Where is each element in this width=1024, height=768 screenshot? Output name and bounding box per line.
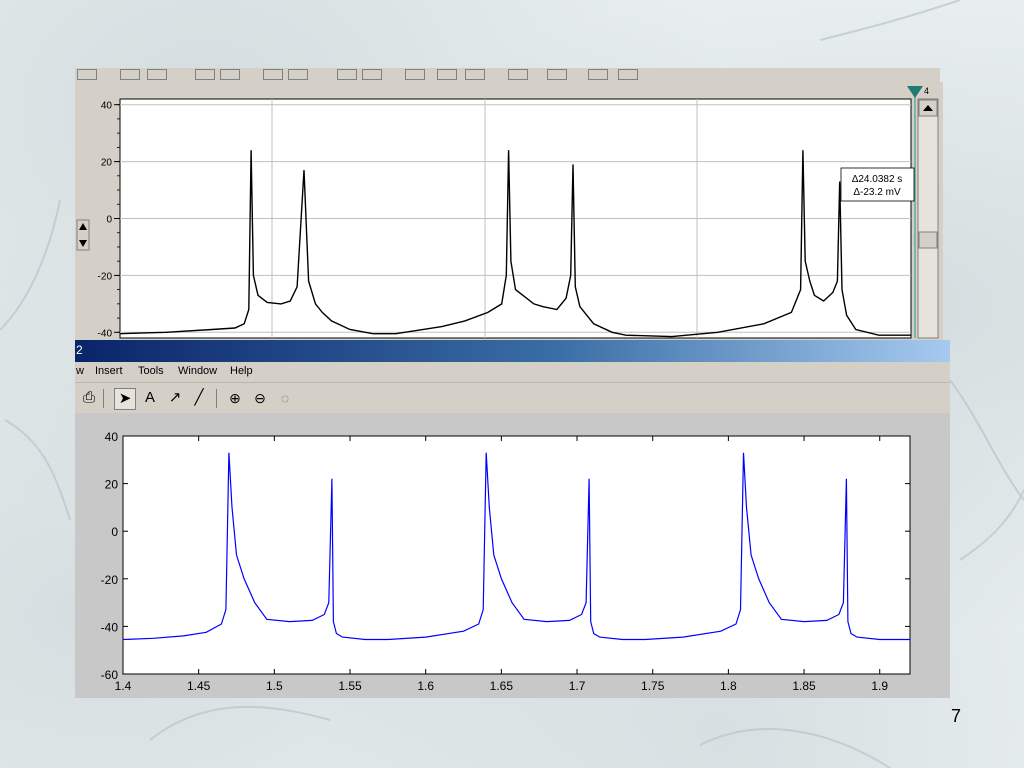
- x-tick-label: 1.9: [871, 679, 888, 693]
- menu-insert[interactable]: Insert: [95, 365, 123, 377]
- toolbar-button[interactable]: [362, 69, 382, 80]
- scope-toolbar: [75, 68, 655, 83]
- menu-bar: w Insert Tools Window Help: [75, 362, 950, 383]
- y-tick-label: 20: [101, 158, 113, 169]
- zoom-in-icon[interactable]: ⊕: [225, 388, 245, 408]
- y-axis-panel: [75, 82, 120, 340]
- toolbar-button[interactable]: [547, 69, 567, 80]
- menu-view[interactable]: w: [76, 365, 84, 377]
- slide-number: 7: [951, 706, 962, 726]
- x-tick-label: 1.65: [490, 679, 514, 693]
- figure-toolbar: ⎙ ➤ A ↗ ╱ ⊕ ⊖ ◌: [75, 383, 950, 413]
- delta-voltage-label: Δ-23.2 mV: [853, 187, 901, 198]
- toolbar-button[interactable]: [508, 69, 528, 80]
- scope-window: 40 20 0 -20 -40 4 Δ24.0382 s Δ-23.2 mV: [75, 82, 943, 340]
- y-tick-label: 40: [101, 101, 113, 112]
- line-icon[interactable]: ╱: [189, 388, 209, 408]
- cursor-number: 4: [924, 86, 929, 96]
- menu-help[interactable]: Help: [230, 365, 253, 377]
- toolbar-button[interactable]: [263, 69, 283, 80]
- zoom-out-icon[interactable]: ⊖: [250, 388, 270, 408]
- toolbar-button[interactable]: [588, 69, 608, 80]
- window-title: 2: [76, 343, 83, 357]
- matlab-line-chart: 40200-20-40-60 1.4 1.45 1.5 1.55 1.6 1.65 1.7 1…: [101, 430, 911, 693]
- vertical-scrollbar[interactable]: [917, 98, 939, 339]
- toolbar-button[interactable]: [437, 69, 457, 80]
- cursor-marker-icon[interactable]: [907, 86, 923, 98]
- toolbar-button[interactable]: [288, 69, 308, 80]
- x-tick-label: 1.6: [417, 679, 434, 693]
- delta-time-label: Δ24.0382 s: [852, 174, 903, 185]
- toolbar-button[interactable]: [120, 69, 140, 80]
- x-tick-label: 1.4: [115, 679, 132, 693]
- y-tick-label: -40: [98, 328, 113, 339]
- figure-titlebar: 2: [75, 340, 950, 362]
- toolbar-separator: [103, 389, 104, 408]
- y-tick-label: -20: [101, 573, 119, 587]
- axes-box: [122, 435, 911, 675]
- rotate-icon[interactable]: ◌: [275, 388, 295, 408]
- toolbar-button[interactable]: [220, 69, 240, 80]
- menu-tools[interactable]: Tools: [138, 365, 164, 377]
- toolbar-button[interactable]: [337, 69, 357, 80]
- figure-canvas: 40 20 0 -20 -40 -60 1.4 1.45 1.5 1.55 1.6 1.65 1.7 1…: [75, 413, 950, 698]
- toolbar-separator: [216, 389, 217, 408]
- x-tick-label: 1.8: [720, 679, 737, 693]
- text-icon[interactable]: A: [140, 388, 160, 408]
- scope-trace-chart: 40 20 0 -20 -40 4 Δ24.0382 s Δ-23.2 mV: [75, 82, 939, 340]
- y-tick-label: 0: [111, 525, 118, 539]
- y-tick-label: 40: [105, 430, 119, 444]
- x-tick-label: 1.55: [338, 679, 362, 693]
- toolbar-button[interactable]: [147, 69, 167, 80]
- x-tick-label: 1.45: [187, 679, 211, 693]
- toolbar-dropdown-button[interactable]: [77, 69, 97, 80]
- x-tick-label: 1.75: [641, 679, 665, 693]
- menu-window[interactable]: Window: [178, 365, 217, 377]
- y-tick-label: -20: [98, 271, 113, 282]
- arrow-icon[interactable]: ↗: [165, 388, 185, 408]
- x-tick-label: 1.5: [266, 679, 283, 693]
- toolbar-button[interactable]: [465, 69, 485, 80]
- scrollbar-thumb[interactable]: [918, 231, 938, 249]
- x-tick-label: 1.85: [792, 679, 816, 693]
- select-arrow-icon[interactable]: ➤: [114, 388, 136, 410]
- print-icon[interactable]: ⎙: [79, 388, 99, 408]
- toolbar-button[interactable]: [618, 69, 638, 80]
- toolbar-background: [655, 68, 940, 82]
- toolbar-button[interactable]: [405, 69, 425, 80]
- y-tick-label: 0: [106, 215, 112, 226]
- toolbar-button[interactable]: [195, 69, 215, 80]
- y-tick-label: 20: [105, 478, 119, 492]
- x-tick-label: 1.7: [569, 679, 586, 693]
- y-tick-label: -40: [101, 620, 119, 634]
